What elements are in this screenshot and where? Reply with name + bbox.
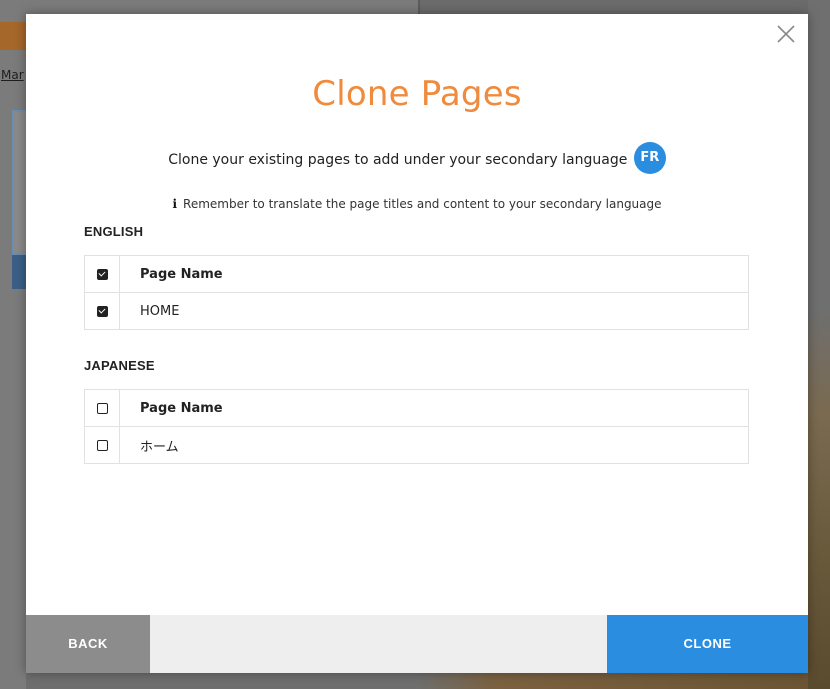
close-icon xyxy=(777,25,795,43)
select-all-checkbox-english[interactable] xyxy=(96,268,108,280)
back-button[interactable]: BACK xyxy=(26,615,150,673)
row-checkbox-cell xyxy=(84,426,120,464)
page-name-cell: ホーム xyxy=(119,426,749,464)
background-photo xyxy=(808,0,830,689)
section-heading-japanese: JAPANESE xyxy=(84,358,155,373)
background-bottom-strip xyxy=(26,672,808,689)
page-name-cell: HOME xyxy=(119,292,749,330)
table-row: HOME xyxy=(84,292,749,330)
japanese-pages-table: Page Name ホーム xyxy=(84,389,749,464)
note-text: Remember to translate the page titles an… xyxy=(183,197,662,211)
table-header-row: Page Name xyxy=(84,389,749,427)
select-all-cell xyxy=(84,255,120,293)
clone-pages-modal: Clone Pages Clone your existing pages to… xyxy=(26,14,808,673)
select-all-cell xyxy=(84,389,120,427)
table-header-row: Page Name xyxy=(84,255,749,293)
close-button[interactable] xyxy=(774,22,798,46)
select-all-checkbox-japanese[interactable] xyxy=(96,402,108,414)
column-header-page-name: Page Name xyxy=(119,255,749,293)
row-checkbox-cell xyxy=(84,292,120,330)
row-checkbox-home-japanese[interactable] xyxy=(96,439,108,451)
row-checkbox-home[interactable] xyxy=(96,305,108,317)
info-icon: i xyxy=(172,197,178,211)
language-badge: FR xyxy=(633,142,666,174)
clone-button[interactable]: CLONE xyxy=(607,615,808,673)
subtitle-row: Clone your existing pages to add under y… xyxy=(26,142,808,174)
background-top-strip xyxy=(420,0,830,14)
subtitle-text: Clone your existing pages to add under y… xyxy=(168,152,628,168)
modal-footer: BACK CLONE xyxy=(26,615,808,673)
table-row: ホーム xyxy=(84,426,749,464)
column-header-page-name: Page Name xyxy=(119,389,749,427)
modal-title: Clone Pages xyxy=(312,74,522,114)
background-link: Mar xyxy=(1,68,24,82)
english-pages-table: Page Name HOME xyxy=(84,255,749,330)
translation-note: i Remember to translate the page titles a… xyxy=(26,197,808,211)
background-divider xyxy=(418,0,420,14)
section-heading-english: ENGLISH xyxy=(84,224,144,239)
